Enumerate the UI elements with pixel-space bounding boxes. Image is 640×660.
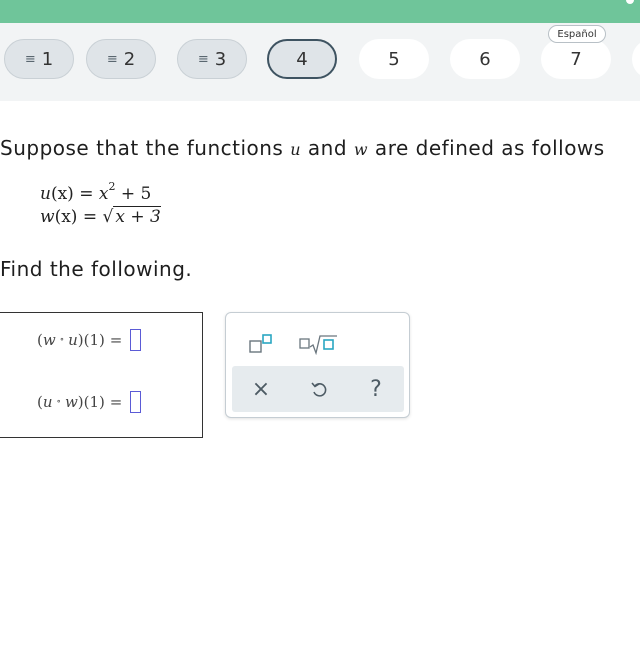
def-radicand: x + 3	[113, 206, 161, 227]
question-number: 7	[570, 48, 582, 70]
composition-icon: ∘	[56, 397, 61, 407]
question-number: 4	[296, 48, 308, 70]
question-number: 6	[479, 48, 491, 70]
answer-box: (w ∘ u) (1) = (u ∘ w) (1) =	[0, 312, 203, 438]
nth-root-icon	[299, 335, 337, 355]
definition-w: w(x) = √ x + 3	[40, 206, 161, 228]
answer-row-2: (u ∘ w) (1) =	[37, 391, 142, 413]
answer-input-2[interactable]	[130, 391, 142, 413]
question-prompt: Suppose that the functions u and w are d…	[0, 136, 605, 160]
question-nav-button-5[interactable]: 5	[359, 39, 429, 79]
question-nav-button-3[interactable]: ≡ 3	[177, 39, 247, 79]
def-arg: (x)	[54, 207, 78, 227]
question-nav-button-2[interactable]: ≡ 2	[86, 39, 156, 79]
question-number: 1	[41, 48, 54, 70]
equals-sign: =	[109, 331, 123, 349]
math-keypad: × ?	[225, 312, 410, 418]
def-equals: =	[73, 184, 99, 204]
answer-input-1[interactable]	[130, 329, 142, 351]
language-toggle-button[interactable]: Español	[548, 25, 606, 43]
question-nav-button-6[interactable]: 6	[450, 39, 520, 79]
question-nav-button-4[interactable]: 4	[267, 39, 337, 79]
prompt-text: Suppose that the functions	[0, 136, 291, 160]
argument: (1)	[83, 331, 105, 349]
answered-lines-icon: ≡	[24, 51, 36, 67]
undo-icon	[311, 382, 327, 397]
question-number: 2	[123, 48, 136, 70]
prompt-text: are defined as follows	[368, 136, 605, 160]
question-nav-button-7[interactable]: 7	[541, 39, 611, 79]
question-number: 5	[388, 48, 400, 70]
answered-lines-icon: ≡	[106, 51, 118, 67]
help-button[interactable]: ?	[361, 375, 391, 403]
question-number: 3	[214, 48, 227, 70]
function-definitions: u(x) = x2 + 5 w(x) = √ x + 3	[40, 180, 161, 228]
outer-function: w	[42, 331, 56, 349]
help-icon: ?	[370, 376, 382, 402]
undo-button[interactable]	[304, 375, 334, 403]
clear-icon: ×	[251, 376, 271, 402]
argument: (1)	[83, 393, 105, 411]
superscript-button[interactable]	[244, 331, 278, 357]
composition-icon: ∘	[59, 335, 65, 345]
definition-u: u(x) = x2 + 5	[40, 180, 161, 206]
inner-function: u	[68, 331, 78, 349]
function-name-u: u	[290, 140, 302, 159]
def-equals: =	[77, 207, 103, 227]
nth-root-button[interactable]	[296, 331, 340, 357]
clear-button[interactable]: ×	[246, 375, 276, 403]
outer-function: u	[42, 393, 53, 411]
superscript-icon	[249, 334, 272, 353]
inner-function: w	[64, 393, 78, 411]
function-name-w: w	[353, 140, 369, 159]
def-lhs: u	[40, 184, 51, 204]
def-arg: (x)	[50, 184, 74, 204]
def-rest: + 5	[115, 184, 152, 204]
top-progress-bar	[0, 0, 640, 23]
sqrt-icon: √	[102, 207, 114, 227]
instruction-text: Find the following.	[0, 257, 193, 281]
answered-lines-icon: ≡	[197, 51, 209, 67]
prompt-text: and	[301, 136, 354, 160]
def-exponent: 2	[108, 180, 116, 193]
answer-row-1: (w ∘ u) (1) =	[37, 329, 142, 351]
equals-sign: =	[109, 393, 123, 411]
def-lhs: w	[40, 207, 55, 227]
question-nav-button-1[interactable]: ≡ 1	[4, 39, 74, 79]
menu-dot-icon[interactable]	[626, 0, 634, 4]
